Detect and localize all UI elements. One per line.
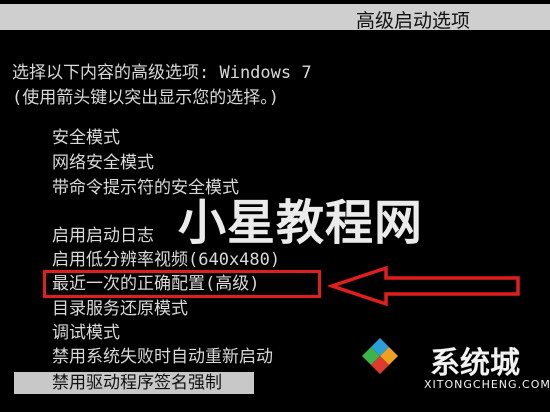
red-highlight-box — [43, 270, 321, 298]
logo-name-cn: 系统城 — [430, 346, 520, 381]
menu-item-directory-services-restore[interactable]: 目录服务还原模式 — [52, 298, 188, 320]
prompt-line-1: 选择以下内容的高级选项: Windows 7 — [12, 63, 312, 83]
watermark: 小星教程网 — [178, 195, 424, 251]
screen-title: 高级启动选项 — [356, 10, 471, 32]
menu-item-enable-boot-logging[interactable]: 启用启动日志 — [52, 225, 154, 247]
title-bar: 高级启动选项 — [0, 4, 550, 32]
xitongcheng-logo-icon — [362, 338, 398, 374]
menu-item-safe-mode[interactable]: 安全模式 — [52, 127, 120, 149]
logo-name-en: XITONGCHENG.COM — [424, 378, 550, 391]
menu-item-disable-auto-restart[interactable]: 禁用系统失败时自动重新启动 — [52, 346, 273, 368]
menu-item-debugging-mode[interactable]: 调试模式 — [52, 322, 120, 344]
menu-item-disable-driver-signature-enforcement[interactable]: 禁用驱动程序签名强制 — [14, 372, 254, 394]
menu-item-safe-mode-networking[interactable]: 网络安全模式 — [52, 152, 154, 174]
prompt-line-2: (使用箭头键以突出显示您的选择。) — [12, 88, 279, 108]
red-arrow-icon — [328, 265, 520, 307]
